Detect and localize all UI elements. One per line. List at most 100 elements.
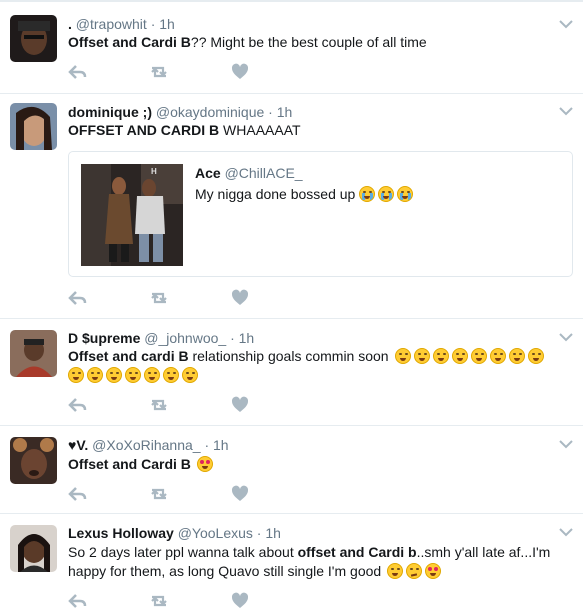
avatar[interactable] bbox=[10, 103, 57, 150]
chevron-down-icon[interactable] bbox=[559, 106, 573, 116]
face-with-tears-of-joy-icon bbox=[471, 348, 488, 364]
timestamp[interactable]: 1h bbox=[239, 330, 255, 346]
tweet-header: Lexus Holloway @YooLexus · 1h bbox=[68, 524, 281, 542]
face-with-tears-of-joy-icon bbox=[452, 348, 469, 364]
avatar[interactable] bbox=[10, 15, 57, 62]
reply-icon[interactable] bbox=[68, 289, 90, 307]
tweet-actions bbox=[68, 289, 268, 307]
tweet-actions bbox=[68, 592, 268, 610]
avatar[interactable] bbox=[10, 525, 57, 572]
separator: · bbox=[256, 525, 262, 541]
retweet-icon[interactable] bbox=[148, 396, 170, 414]
timestamp[interactable]: 1h bbox=[277, 104, 293, 120]
tweet-actions bbox=[68, 63, 268, 81]
tweet-text-line2: happy for them, as long Quavo still sing… bbox=[68, 563, 382, 579]
tweet-header: dominique ;) @okaydominique · 1h bbox=[68, 103, 292, 121]
retweet-icon[interactable] bbox=[148, 485, 170, 503]
highlight: Offset and Cardi B bbox=[68, 456, 191, 472]
loudly-crying-face-icon bbox=[378, 186, 395, 202]
highlight: OFFSET AND CARDI B bbox=[68, 122, 220, 138]
tweet-text-pre: So 2 days later ppl wanna talk about bbox=[68, 544, 298, 560]
username[interactable]: @XoXoRihanna_ bbox=[92, 437, 200, 453]
quoted-photo[interactable]: H bbox=[81, 164, 183, 266]
timestamp[interactable]: 1h bbox=[159, 16, 175, 32]
heart-icon[interactable] bbox=[231, 485, 253, 503]
face-with-tears-of-joy-icon bbox=[414, 348, 431, 364]
retweet-icon[interactable] bbox=[148, 63, 170, 81]
chevron-down-icon[interactable] bbox=[559, 19, 573, 29]
face-with-tears-of-joy-icon bbox=[68, 367, 84, 383]
face-with-tears-of-joy-icon bbox=[144, 367, 160, 383]
smiling-face-with-smiling-eyes-icon bbox=[387, 563, 404, 579]
highlight: offset and Cardi b bbox=[297, 544, 417, 560]
reply-icon[interactable] bbox=[68, 63, 90, 81]
face-with-tears-of-joy-icon bbox=[490, 348, 507, 364]
quoted-text-body: My nigga done bossed up bbox=[195, 186, 356, 202]
separator: · bbox=[268, 104, 273, 120]
avatar[interactable] bbox=[10, 330, 57, 377]
tweet-header: ♥V. @XoXoRihanna_ · 1h bbox=[68, 436, 229, 454]
timestamp[interactable]: 1h bbox=[265, 525, 281, 541]
tweet-text: OFFSET AND CARDI B WHAAAAAT bbox=[68, 121, 563, 140]
quoted-text: My nigga done bossed up bbox=[195, 185, 416, 203]
reply-icon[interactable] bbox=[68, 592, 90, 610]
highlight: Offset and Cardi B bbox=[68, 34, 191, 50]
smiling-face-with-heart-eyes-icon bbox=[196, 456, 213, 472]
display-name[interactable]: D $upreme bbox=[68, 330, 140, 346]
face-with-tears-of-joy-icon bbox=[182, 367, 198, 383]
tweet[interactable]: ♥V. @XoXoRihanna_ · 1h Offset and Cardi … bbox=[0, 426, 583, 514]
smiling-face-with-heart-eyes-icon bbox=[425, 563, 442, 579]
username[interactable]: @okaydominique bbox=[156, 104, 264, 120]
display-name[interactable]: ♥V. bbox=[68, 437, 88, 453]
heart-icon[interactable] bbox=[231, 63, 253, 81]
tweet-text-rest: relationship goals commin soon bbox=[188, 348, 389, 364]
timestamp[interactable]: 1h bbox=[213, 437, 229, 453]
quoted-tweet[interactable]: H Ace @ChillACE_ My nigga done bossed up bbox=[68, 151, 573, 277]
smirking-face-icon bbox=[406, 563, 423, 579]
tweet-text: Offset and Cardi B bbox=[68, 455, 563, 474]
face-with-tears-of-joy-icon bbox=[106, 367, 122, 383]
retweet-icon[interactable] bbox=[148, 289, 170, 307]
display-name[interactable]: dominique ;) bbox=[68, 104, 152, 120]
loudly-crying-face-icon bbox=[397, 186, 414, 202]
heart-icon[interactable] bbox=[231, 592, 253, 610]
chevron-down-icon[interactable] bbox=[559, 527, 573, 537]
quoted-display-name[interactable]: Ace bbox=[195, 165, 221, 181]
face-with-tears-of-joy-icon bbox=[87, 367, 103, 383]
chevron-down-icon[interactable] bbox=[559, 439, 573, 449]
tweet-header: . @trapowhit · 1h bbox=[68, 15, 175, 33]
separator: · bbox=[230, 330, 235, 346]
username[interactable]: @YooLexus bbox=[178, 525, 253, 541]
tweet[interactable]: Lexus Holloway @YooLexus · 1h So 2 days … bbox=[0, 514, 583, 608]
face-with-tears-of-joy-icon bbox=[433, 348, 450, 364]
tweet[interactable]: D $upreme @_johnwoo_ · 1h Offset and car… bbox=[0, 319, 583, 426]
display-name[interactable]: . bbox=[68, 16, 72, 32]
heart-icon[interactable] bbox=[231, 289, 253, 307]
separator: · bbox=[150, 16, 156, 32]
face-with-tears-of-joy-icon bbox=[395, 348, 412, 364]
tweet-header: D $upreme @_johnwoo_ · 1h bbox=[68, 329, 254, 347]
tweet-text: Offset and Cardi B?? Might be the best c… bbox=[68, 33, 563, 52]
tweet-text-rest: WHAAAAAT bbox=[219, 122, 301, 138]
face-with-tears-of-joy-icon bbox=[163, 367, 179, 383]
username[interactable]: @trapowhit bbox=[76, 16, 147, 32]
display-name[interactable]: Lexus Holloway bbox=[68, 525, 174, 541]
reply-icon[interactable] bbox=[68, 485, 90, 503]
retweet-icon[interactable] bbox=[148, 592, 170, 610]
reply-icon[interactable] bbox=[68, 396, 90, 414]
quoted-header: Ace @ChillACE_ bbox=[195, 164, 303, 182]
tweet-text: So 2 days later ppl wanna talk about off… bbox=[68, 543, 568, 581]
tweet-actions bbox=[68, 396, 268, 414]
tweet[interactable]: dominique ;) @okaydominique · 1h OFFSET … bbox=[0, 94, 583, 319]
heart-icon[interactable] bbox=[231, 396, 253, 414]
tweet-text-rest: ..smh y'all late af...I'm bbox=[416, 544, 551, 560]
avatar[interactable] bbox=[10, 437, 57, 484]
face-with-tears-of-joy-icon bbox=[509, 348, 526, 364]
tweet-text: Offset and cardi B relationship goals co… bbox=[68, 347, 568, 385]
tweet[interactable]: . @trapowhit · 1h Offset and Cardi B?? M… bbox=[0, 2, 583, 94]
username[interactable]: @_johnwoo_ bbox=[144, 330, 226, 346]
tweet-actions bbox=[68, 485, 268, 503]
chevron-down-icon[interactable] bbox=[559, 332, 573, 342]
svg-text:H: H bbox=[151, 167, 157, 176]
quoted-username[interactable]: @ChillACE_ bbox=[225, 165, 303, 181]
